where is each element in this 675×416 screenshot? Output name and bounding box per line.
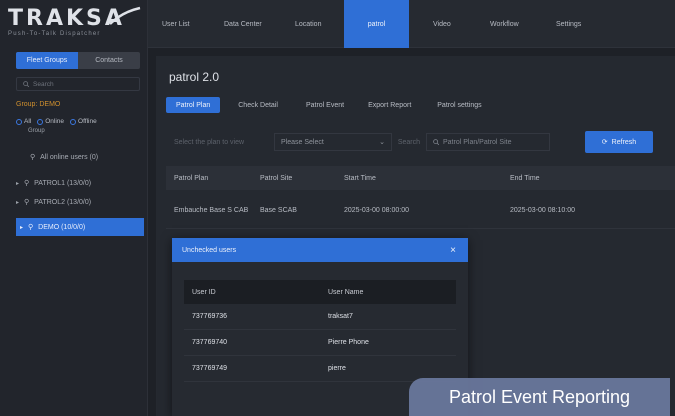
filter-all-label: All — [24, 118, 32, 125]
plan-search-placeholder: Patrol Plan/Patrol Site — [443, 138, 512, 146]
tree-item-label: All online users (0) — [40, 153, 99, 161]
group-title: Group: DEMO — [16, 101, 61, 108]
tab-check-detail[interactable]: Check Detail — [228, 97, 288, 113]
user-icon: ⚲ — [24, 199, 30, 206]
tab-patrol-event[interactable]: Patrol Event — [296, 97, 354, 113]
status-filter: All Online Offline — [16, 118, 144, 125]
left-tab-switch: Fleet Groups Contacts — [16, 52, 140, 69]
col-patrol-site: Patrol Site — [260, 174, 293, 182]
col-user-name: User Name — [328, 288, 364, 296]
cell-user-name: Pierre Phone — [328, 339, 369, 346]
user-icon: ⚲ — [24, 180, 30, 187]
user-icon: ⚲ — [30, 154, 36, 161]
table-row[interactable]: 737769749 pierre — [184, 356, 456, 382]
plan-search-input[interactable]: Patrol Plan/Patrol Site — [426, 133, 550, 151]
nav-workflow[interactable]: Workflow — [490, 0, 519, 48]
tree-item-patrol1[interactable]: ▸ ⚲ PATROL1 (13/0/0) — [16, 174, 144, 192]
table-row[interactable]: 737769736 traksat7 — [184, 304, 456, 330]
tree-item-demo[interactable]: ▸ ⚲ DEMO (10/0/0) — [16, 218, 144, 236]
tab-fleet-groups[interactable]: Fleet Groups — [16, 52, 78, 69]
radio-online[interactable] — [37, 118, 44, 125]
user-icon: ⚲ — [28, 224, 34, 231]
tree-item-label: PATROL2 (13/0/0) — [34, 198, 92, 206]
patrol-tabs: Patrol Plan Check Detail Patrol Event Ex… — [166, 97, 492, 113]
refresh-icon: ⟳ — [601, 139, 608, 146]
expand-arrow-icon[interactable]: ▸ — [20, 224, 23, 231]
brand-swoosh-icon — [109, 6, 141, 25]
filter-sub-label: Group — [28, 128, 45, 134]
nav-settings[interactable]: Settings — [556, 0, 581, 48]
search-icon — [433, 139, 439, 145]
tree-item-all-online[interactable]: ⚲ All online users (0) — [16, 148, 144, 166]
col-user-id: User ID — [192, 288, 216, 296]
left-panel: TRAKSA Push-To-Talk Dispatcher Fleet Gro… — [0, 0, 148, 416]
tab-patrol-settings[interactable]: Patrol settings — [427, 97, 491, 113]
plan-filter-label: Select the plan to view — [174, 138, 245, 146]
modal-table-header: User ID User Name — [184, 280, 456, 304]
cell-user-name: pierre — [328, 365, 346, 372]
tree-item-label: PATROL1 (13/0/0) — [34, 179, 92, 187]
table-row[interactable]: 737769740 Pierre Phone — [184, 330, 456, 356]
page-title: patrol 2.0 — [169, 70, 220, 84]
chevron-down-icon: ⌄ — [379, 139, 385, 146]
brand-logo: TRAKSA Push-To-Talk Dispatcher — [8, 6, 142, 42]
modal-header: Unchecked users × — [172, 238, 468, 262]
radio-offline[interactable] — [70, 118, 77, 125]
nav-data-center[interactable]: Data Center — [224, 0, 262, 48]
tab-contacts[interactable]: Contacts — [78, 52, 140, 69]
tab-export-report[interactable]: Export Report — [358, 97, 421, 113]
expand-arrow-icon[interactable]: ▸ — [16, 199, 19, 206]
cell-user-id: 737769740 — [192, 339, 228, 346]
refresh-button[interactable]: ⟳ Refresh — [585, 131, 653, 153]
tab-patrol-plan[interactable]: Patrol Plan — [166, 97, 221, 113]
radio-all[interactable] — [16, 118, 22, 125]
plan-select-value: Please Select — [281, 138, 324, 146]
table-row[interactable]: Embauche Base S CAB Base SCAB 2025-03-00… — [166, 193, 675, 229]
modal-title: Unchecked users — [182, 246, 237, 254]
patrol-table-header: Patrol Plan Patrol Site Start Time End T… — [166, 166, 675, 190]
close-icon[interactable]: × — [450, 245, 456, 256]
caption-banner: Patrol Event Reporting — [409, 378, 670, 416]
search-label: Search — [397, 138, 420, 146]
tree-item-label: DEMO (10/0/0) — [38, 223, 86, 231]
refresh-label: Refresh — [611, 138, 637, 146]
brand-tagline: Push-To-Talk Dispatcher — [8, 31, 101, 37]
cell-end-time: 2025-03-00 08:10:00 — [510, 207, 575, 214]
expand-arrow-icon[interactable]: ▸ — [16, 180, 19, 187]
tree-item-patrol2[interactable]: ▸ ⚲ PATROL2 (13/0/0) — [16, 193, 144, 211]
col-end-time: End Time — [510, 174, 540, 182]
nav-patrol[interactable]: patrol — [344, 0, 409, 48]
cell-patrol-site: Base SCAB — [260, 207, 297, 214]
search-icon — [23, 81, 29, 87]
cell-user-name: traksat7 — [328, 313, 353, 320]
plan-select[interactable]: Please Select ⌄ — [274, 133, 392, 151]
search-placeholder: Search — [33, 80, 54, 88]
cell-patrol-plan: Embauche Base S CAB — [174, 207, 249, 214]
filter-offline-label: Offline — [78, 118, 97, 125]
filter-online-label: Online — [45, 118, 65, 125]
cell-user-id: 737769736 — [192, 313, 228, 320]
cell-user-id: 737769749 — [192, 365, 228, 372]
col-patrol-plan: Patrol Plan — [174, 174, 209, 182]
nav-user-list[interactable]: User List — [162, 0, 190, 48]
cell-start-time: 2025-03-00 08:00:00 — [344, 207, 409, 214]
nav-video[interactable]: Video — [433, 0, 451, 48]
nav-location[interactable]: Location — [295, 0, 321, 48]
unchecked-users-table: User ID User Name 737769736 traksat7 737… — [184, 280, 456, 382]
col-start-time: Start Time — [344, 174, 376, 182]
group-search-input[interactable]: Search — [16, 77, 140, 91]
